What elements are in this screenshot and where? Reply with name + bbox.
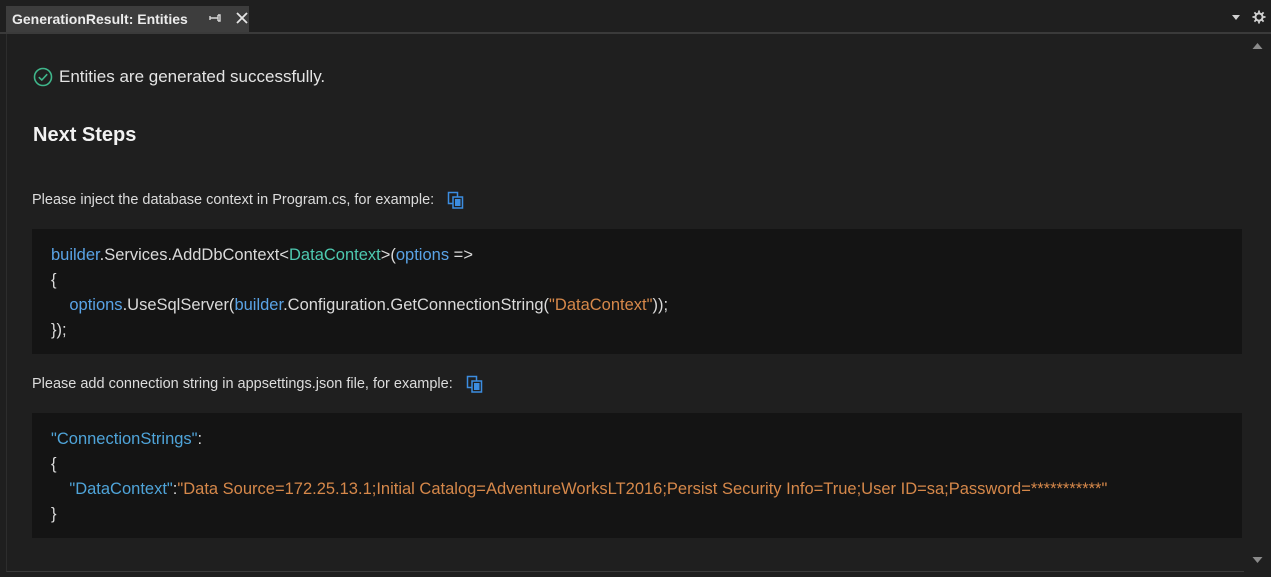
step2-text: Please add connection string in appsetti… — [32, 376, 453, 392]
scroll-track[interactable] — [1248, 56, 1267, 550]
copy-icon[interactable] — [446, 190, 466, 210]
dropdown-arrow-icon[interactable] — [1229, 10, 1243, 24]
step-program-cs: Please inject the database context in Pr… — [32, 190, 466, 210]
scroll-up-arrow-icon[interactable] — [1252, 42, 1263, 50]
code-line: } — [51, 505, 57, 523]
code-line: { — [51, 271, 57, 289]
next-steps-heading: Next Steps — [33, 124, 137, 146]
code-line: { — [51, 455, 57, 473]
scroll-down-arrow-icon[interactable] — [1252, 556, 1263, 564]
step1-text: Please inject the database context in Pr… — [32, 192, 435, 208]
code-line: builder.Services.AddDbContext<DataContex… — [51, 246, 473, 264]
vertical-scrollbar[interactable] — [1244, 34, 1271, 577]
code-block-appsettings[interactable]: "ConnectionStrings": { "DataContext":"Da… — [32, 413, 1242, 538]
copy-icon[interactable] — [465, 374, 485, 394]
code-line: options.UseSqlServer(builder.Configurati… — [69, 296, 669, 314]
code-block-program-cs[interactable]: builder.Services.AddDbContext<DataContex… — [32, 229, 1242, 354]
success-text: Entities are generated successfully. — [59, 67, 326, 86]
close-icon[interactable] — [234, 10, 250, 26]
code-line: "DataContext":"Data Source=172.25.13.1;I… — [69, 480, 1108, 498]
tab-strip: GenerationResult: Entities — [0, 0, 1271, 34]
pin-icon[interactable] — [207, 11, 221, 25]
check-circle-icon — [33, 67, 53, 87]
code-line: "ConnectionStrings": — [51, 430, 203, 448]
gear-icon[interactable] — [1252, 10, 1266, 24]
step-appsettings: Please add connection string in appsetti… — [32, 374, 485, 394]
tab-generation-result[interactable]: GenerationResult: Entities — [6, 6, 249, 32]
success-message: Entities are generated successfully. — [33, 67, 325, 87]
result-pane: Entities are generated successfully. Nex… — [6, 34, 1244, 572]
tab-title: GenerationResult: Entities — [12, 11, 188, 27]
code-line: }); — [51, 321, 67, 339]
